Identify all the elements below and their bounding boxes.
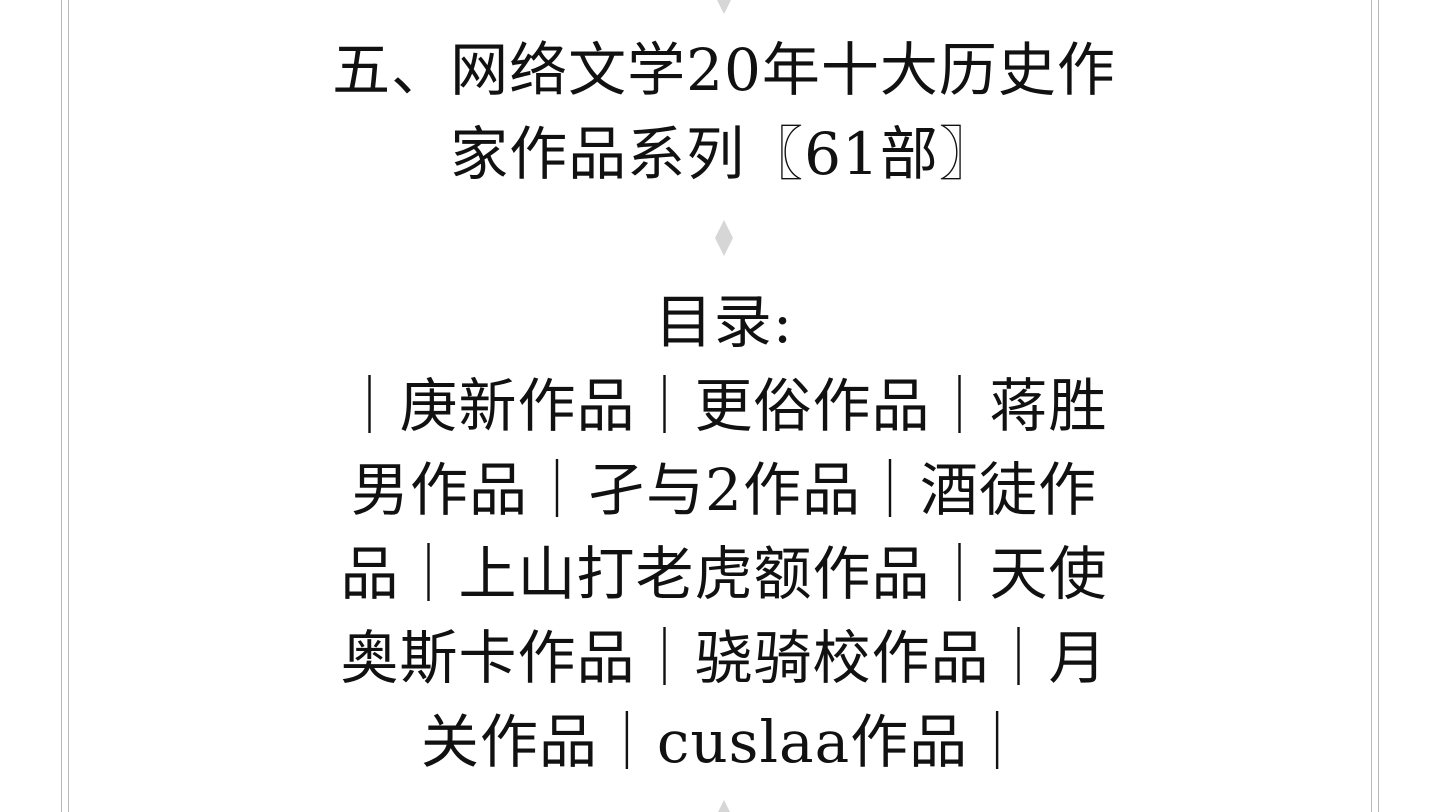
left-border-rule-outer xyxy=(61,0,62,812)
toc-line: 关作品｜cuslaa作品｜ xyxy=(420,708,1028,776)
section-title-line-2: 家作品系列〖61部〗 xyxy=(450,120,998,188)
toc-list: ｜庚新作品｜更俗作品｜蒋胜 男作品｜孑与2作品｜酒徒作 品｜上山打老虎额作品｜天… xyxy=(320,364,1128,784)
toc-line: 奥斯卡作品｜骁骑校作品｜月 xyxy=(340,624,1108,692)
right-border-rule-outer xyxy=(1378,0,1379,812)
diamond-ornament-icon xyxy=(714,220,733,256)
toc-line: ｜庚新作品｜更俗作品｜蒋胜 xyxy=(340,372,1108,440)
toc-line: 品｜上山打老虎额作品｜天使 xyxy=(340,540,1108,608)
section-title-line-1: 五、网络文学20年十大历史作 xyxy=(332,36,1116,104)
toc-heading: 目录: xyxy=(654,288,794,356)
page-content: 五、网络文学20年十大历史作 家作品系列〖61部〗 目录: ｜庚新作品｜更俗作品… xyxy=(69,0,1378,812)
diamond-ornament-icon xyxy=(715,0,733,14)
toc-line: 男作品｜孑与2作品｜酒徒作 xyxy=(351,456,1097,524)
section-title: 五、网络文学20年十大历史作 家作品系列〖61部〗 xyxy=(320,28,1128,196)
diamond-ornament-icon xyxy=(715,800,733,812)
